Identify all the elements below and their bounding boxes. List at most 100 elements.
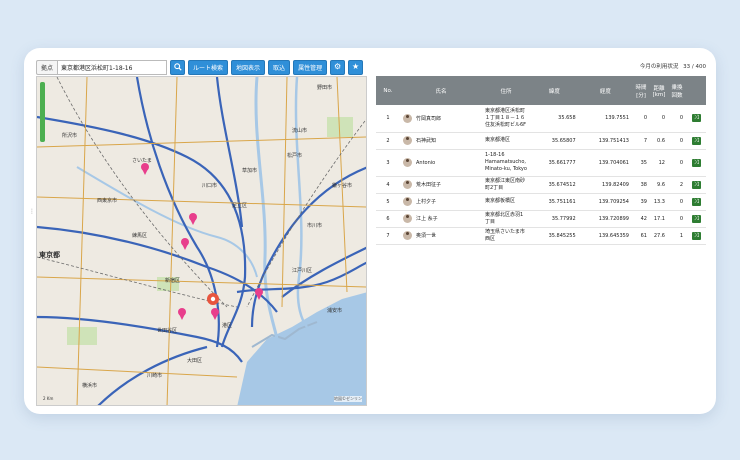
row-transfers: 0 — [668, 193, 686, 211]
place-label: 世田谷区 — [157, 327, 177, 334]
place-label: 松戸市 — [287, 152, 302, 159]
row-lat: 35.845255 — [530, 227, 579, 245]
row-address: 埼玉県さいたま市西区 — [482, 227, 530, 245]
col-lng: 経度 — [578, 76, 632, 105]
row-distance: 27.6 — [650, 227, 668, 245]
search-button[interactable] — [170, 59, 186, 75]
shuffle-icon[interactable]: ⤨ — [691, 158, 701, 167]
favorite-button[interactable]: ★ — [348, 59, 364, 75]
row-transfers: 1 — [668, 227, 686, 245]
row-name-cell: 荒木田征子 — [400, 176, 482, 194]
row-address: 東京都港区 — [482, 132, 530, 150]
river — [294, 77, 309, 328]
row-transfers: 0 — [668, 132, 686, 150]
row-lat: 35.661777 — [530, 149, 579, 177]
place-label: さいたま — [132, 157, 152, 164]
zoom-slider[interactable] — [40, 82, 45, 142]
row-address: 東京都板橋区 — [482, 193, 530, 211]
toolbar: 拠点 ルート検索 地図表示 取込 属性管理 ⚙ ★ — [36, 58, 364, 76]
place-label: 大田区 — [187, 357, 202, 364]
row-name-cell: 竹岡真司郎 — [400, 105, 482, 133]
shuffle-icon[interactable]: ⤨ — [691, 180, 701, 189]
panel-resize-handle[interactable]: ⋮ — [29, 208, 35, 215]
shuffle-icon[interactable]: ⤨ — [691, 231, 701, 240]
map-view-button[interactable]: 地図表示 — [231, 59, 266, 75]
attribute-edit-button[interactable]: 属性管理 — [293, 59, 328, 75]
avatar — [403, 180, 412, 189]
row-lat: 35.65807 — [530, 132, 579, 150]
place-label: 新宿区 — [165, 277, 180, 284]
address-input[interactable] — [57, 59, 168, 75]
table-row: 3 Antonio 1-18-16 Hamamatsucho, Minato-k… — [376, 149, 706, 177]
shuffle-icon[interactable]: ⤨ — [691, 197, 701, 206]
row-action-cell: ⤨ — [686, 227, 706, 245]
map-copyright: 地図©ゼンリン — [334, 396, 362, 402]
row-no: 1 — [376, 105, 400, 133]
main-card: 拠点 ルート検索 地図表示 取込 属性管理 ⚙ ★ 今月の利用状況 33 / 4… — [24, 48, 716, 414]
map-canvas: さいたま 川口市 足立区 練馬区 新宿区 世田谷区 東京都 川崎市 横浜市 港区… — [37, 77, 366, 405]
row-time: 7 — [632, 132, 650, 150]
row-name: 奥須一世 — [416, 233, 437, 239]
table-row: 2 石神武知 東京都港区 35.65807 139.751413 7 0.6 0… — [376, 132, 706, 150]
shuffle-icon[interactable]: ⤨ — [691, 114, 701, 123]
person-marker — [178, 308, 186, 320]
settings-button[interactable]: ⚙ — [330, 59, 346, 75]
col-time: 時間[分] — [632, 76, 650, 105]
place-label: 港区 — [222, 322, 232, 329]
col-no: No. — [376, 76, 400, 105]
row-time: 42 — [632, 210, 650, 228]
row-distance: 9.6 — [650, 176, 668, 194]
row-no: 3 — [376, 149, 400, 177]
row-lng: 139.709254 — [578, 193, 632, 211]
person-marker — [189, 213, 197, 225]
row-no: 6 — [376, 210, 400, 228]
row-name: Antonio — [416, 160, 436, 166]
place-label: 浦安市 — [327, 307, 342, 314]
col-transfers: 乗換回数 — [668, 76, 686, 105]
row-name-cell: 江上 糸子 — [400, 210, 482, 228]
search-icon — [173, 63, 182, 71]
avatar — [403, 214, 412, 223]
place-label: 流山市 — [292, 127, 307, 134]
row-lng: 139.82409 — [578, 176, 632, 194]
usage-count: 33 / 400 — [683, 64, 706, 70]
row-distance: 0.6 — [650, 132, 668, 150]
place-label: 練馬区 — [132, 232, 147, 239]
table-row: 4 荒木田征子 東京都江東区南砂町2丁目 35.674512 139.82409… — [376, 176, 706, 194]
import-button[interactable]: 取込 — [268, 59, 291, 75]
route-search-button[interactable]: ルート検索 — [188, 59, 229, 75]
row-name: 上村夕子 — [416, 199, 437, 205]
shuffle-icon[interactable]: ⤨ — [691, 136, 701, 145]
results-table: No. 氏名 住所 緯度 経度 時間[分] 距離[km] 乗換回数 1 竹岡真司… — [376, 76, 706, 245]
place-label: 西東京市 — [97, 197, 117, 204]
row-no: 5 — [376, 193, 400, 211]
park — [67, 327, 97, 345]
row-lng: 139.751413 — [578, 132, 632, 150]
row-name-cell: 石神武知 — [400, 132, 482, 150]
person-marker — [181, 238, 189, 250]
row-lng: 139.704061 — [578, 149, 632, 177]
avatar — [403, 113, 412, 123]
row-distance: 0 — [650, 105, 668, 133]
place-label: 鎌ヶ谷市 — [332, 182, 352, 189]
map-scale: 2 Km — [43, 396, 54, 401]
base-label: 拠点 — [36, 59, 58, 75]
row-address: 東京都港区浜松町１丁目１８－１６ 住友浜松町ビル6F — [482, 105, 530, 133]
row-transfers: 0 — [668, 149, 686, 177]
col-name: 氏名 — [400, 76, 482, 105]
row-lat: 35.751161 — [530, 193, 579, 211]
place-label: 野田市 — [317, 84, 332, 91]
map-view[interactable]: さいたま 川口市 足立区 練馬区 新宿区 世田谷区 東京都 川崎市 横浜市 港区… — [36, 76, 367, 406]
row-name: 江上 糸子 — [416, 216, 438, 222]
star-icon: ★ — [351, 62, 360, 71]
row-time: 38 — [632, 176, 650, 194]
avatar — [403, 136, 412, 145]
row-name: 竹岡真司郎 — [416, 115, 442, 122]
place-label: 川崎市 — [147, 372, 162, 379]
row-action-cell: ⤨ — [686, 149, 706, 177]
row-no: 4 — [376, 176, 400, 194]
row-name-cell: 上村夕子 — [400, 193, 482, 211]
row-transfers: 0 — [668, 105, 686, 133]
avatar — [403, 197, 412, 206]
shuffle-icon[interactable]: ⤨ — [691, 214, 701, 223]
